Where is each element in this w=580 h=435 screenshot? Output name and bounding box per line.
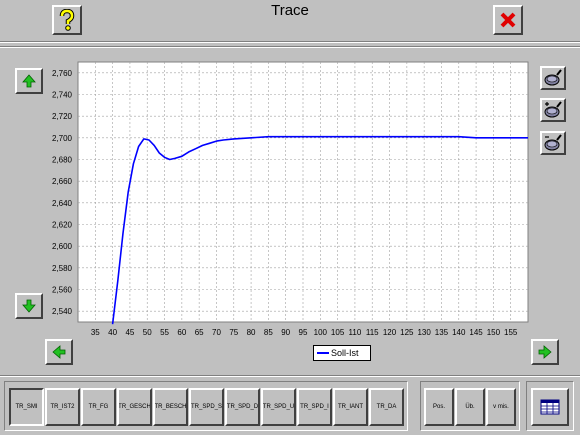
x-tick-label: 95: [299, 328, 308, 337]
footer-separator: [0, 375, 580, 377]
tab-tr_spd_u[interactable]: TR_SPD_U: [261, 388, 296, 426]
v-mis-button-label: v mis.: [493, 404, 509, 410]
tab-tr_ist2[interactable]: TR_IST2: [45, 388, 80, 426]
y-tick-label: 2,680: [52, 156, 73, 165]
tab-tr_spd_s[interactable]: TR_SPD_S: [189, 388, 224, 426]
tab-label: TR_SPD_I: [300, 404, 329, 410]
tab-label: TR_SPD_S: [191, 404, 223, 410]
tab-tr_spd_d[interactable]: TR_SPD_D: [225, 388, 260, 426]
legend-label: Soll-Ist: [331, 348, 359, 358]
tab-label: TR_IANT: [337, 404, 363, 410]
chart-legend: Soll-Ist: [313, 345, 371, 361]
y-tick-label: 2,700: [52, 134, 73, 143]
tab-tr_smi[interactable]: TR_SMI: [9, 388, 44, 426]
x-tick-label: 100: [314, 328, 328, 337]
x-tick-label: 65: [195, 328, 204, 337]
trace-chart: 35 40 45 50 55 60 65 70 75 80 85 90 95 100 105 110 115 12…: [52, 61, 529, 337]
tab-tr_iant[interactable]: TR_IANT: [333, 388, 368, 426]
tab-tr_besch[interactable]: TR_BESCH: [153, 388, 188, 426]
tab-label: TR_GESCH: [118, 404, 151, 410]
x-tick-label: 40: [108, 328, 117, 337]
y-tick-label: 2,760: [52, 69, 73, 78]
x-tick-label: 130: [417, 328, 431, 337]
tab-label: TR_FG: [88, 404, 109, 410]
pos-button-label: Pos.: [432, 404, 445, 410]
x-tick-label: 70: [212, 328, 221, 337]
x-tick-label: 150: [487, 328, 501, 337]
legend-swatch: [317, 352, 329, 354]
x-tick-label: 140: [452, 328, 466, 337]
y-tick-label: 2,560: [52, 286, 73, 295]
x-tick-label: 45: [125, 328, 134, 337]
arrow-right-icon: [538, 345, 552, 359]
x-tick-label: 75: [229, 328, 238, 337]
tab-label: TR_BESCH: [154, 404, 187, 410]
tab-label: TR_DA: [376, 404, 397, 410]
tab-label: TR_SMI: [15, 404, 38, 410]
y-tick-label: 2,720: [52, 112, 73, 121]
x-tick-label: 120: [383, 328, 397, 337]
y-tick-label: 2,660: [52, 177, 73, 186]
y-tick-label: 2,580: [52, 264, 73, 273]
x-tick-label: 155: [504, 328, 518, 337]
table-view-icon: [540, 399, 560, 415]
y-tick-label: 2,640: [52, 199, 73, 208]
y-axis-ticks: 2,540 2,560 2,580 2,600 2,620 2,640 2,660 2,680…: [52, 69, 73, 316]
tab-label: TR_SPD_U: [262, 404, 295, 410]
x-tick-label: 60: [177, 328, 186, 337]
tab-tr_fg[interactable]: TR_FG: [81, 388, 116, 426]
table-view-button[interactable]: [531, 388, 569, 426]
x-tick-label: 115: [366, 328, 379, 337]
tab-tr_spd_i[interactable]: TR_SPD_I: [297, 388, 332, 426]
x-tick-label: 90: [281, 328, 290, 337]
tab-label: TR_SPD_D: [226, 404, 259, 410]
x-tick-label: 125: [400, 328, 414, 337]
x-tick-label: 80: [247, 328, 256, 337]
x-tick-label: 105: [331, 328, 345, 337]
ub-button-label: Üb.: [465, 404, 475, 410]
x-tick-label: 35: [91, 328, 100, 337]
pos-button[interactable]: Pos.: [424, 388, 454, 426]
v-mis-button[interactable]: v mis.: [486, 388, 516, 426]
tab-label: TR_IST2: [50, 404, 75, 410]
x-tick-label: 135: [435, 328, 449, 337]
arrow-left-icon: [52, 345, 66, 359]
tab-tr_gesch[interactable]: TR_GESCH: [117, 388, 152, 426]
x-tick-label: 55: [160, 328, 169, 337]
x-tick-label: 145: [469, 328, 483, 337]
x-axis-ticks: 35 40 45 50 55 60 65 70 75 80 85 90 95 100 105 110 115 12…: [91, 328, 518, 337]
x-tick-label: 110: [349, 328, 362, 337]
y-tick-label: 2,600: [52, 242, 73, 251]
x-tick-label: 50: [143, 328, 152, 337]
y-tick-label: 2,540: [52, 307, 73, 316]
x-tick-label: 85: [264, 328, 273, 337]
ub-button[interactable]: Üb.: [455, 388, 485, 426]
y-tick-label: 2,620: [52, 221, 73, 230]
y-tick-label: 2,740: [52, 91, 73, 100]
tab-tr_da[interactable]: TR_DA: [369, 388, 404, 426]
